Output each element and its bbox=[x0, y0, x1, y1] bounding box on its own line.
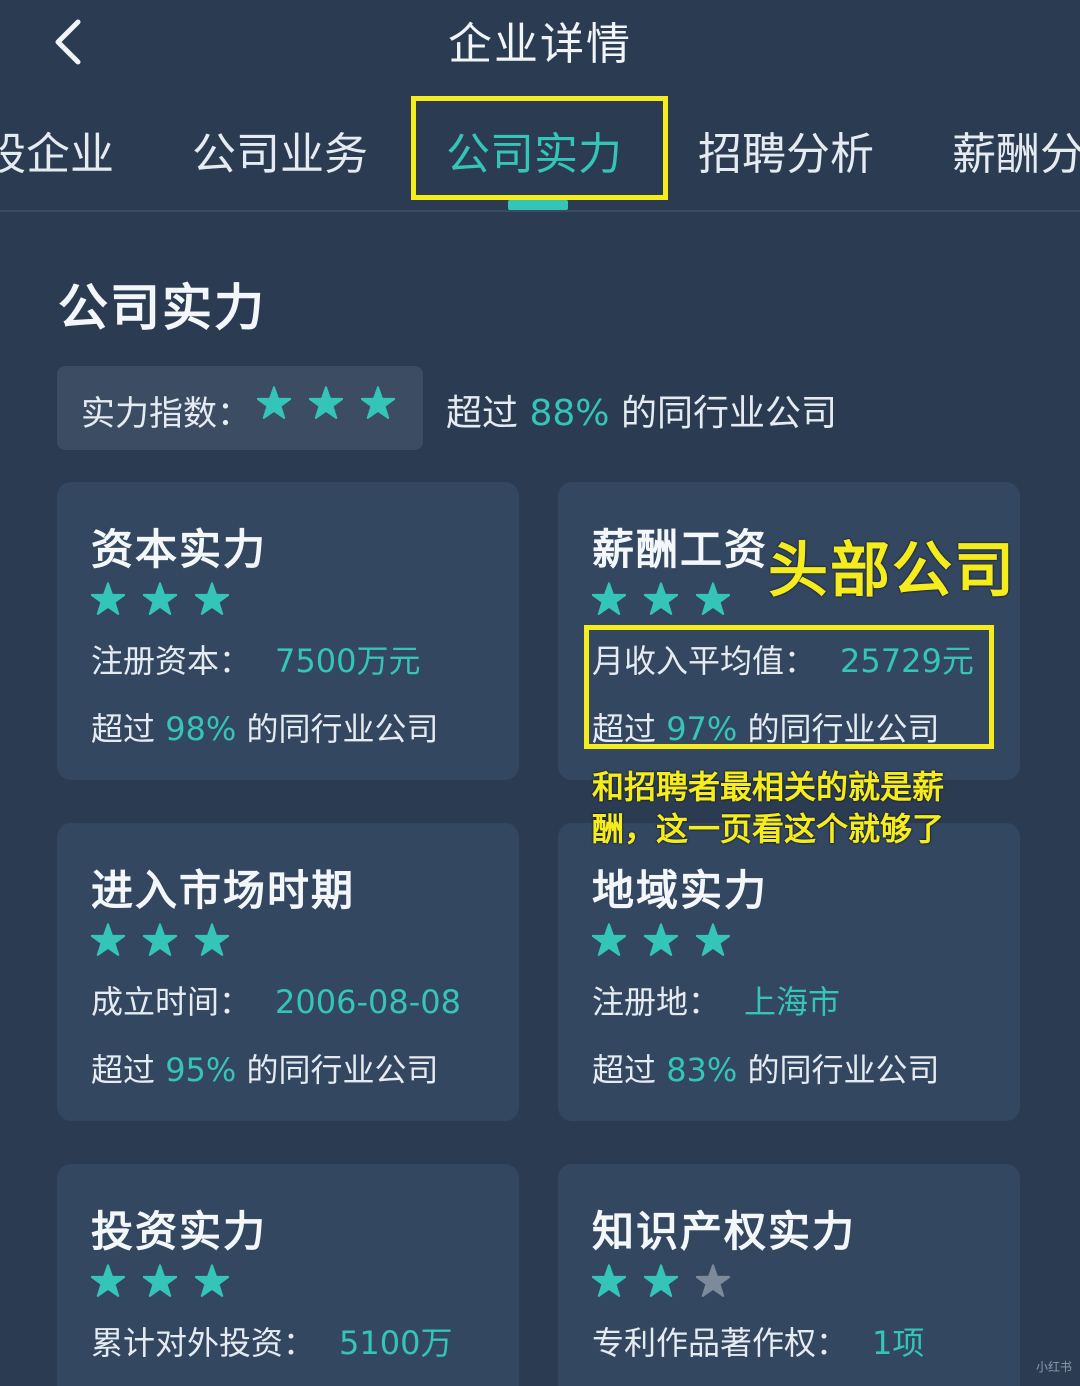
card-field: 累计对外投资： 5100万 bbox=[91, 1318, 452, 1364]
card-field: 成立时间： 2006-08-08 bbox=[91, 977, 461, 1023]
field-value: 2006-08-08 bbox=[275, 983, 461, 1021]
star-filled-icon bbox=[143, 923, 177, 956]
strength-index-desc: 超过 88% 的同行业公司 bbox=[446, 384, 837, 436]
field-label: 注册地： bbox=[592, 983, 721, 1021]
card-title: 投资实力 bbox=[91, 1207, 268, 1256]
star-filled-icon bbox=[644, 582, 678, 615]
pct-suffix: 的同行业公司 bbox=[246, 710, 439, 748]
pct-prefix: 超过 bbox=[91, 1051, 156, 1089]
field-value: 上海市 bbox=[744, 983, 841, 1021]
card-ip[interactable]: 知识产权实力 专利作品著作权： 1项 bbox=[558, 1164, 1020, 1386]
star-filled-icon bbox=[592, 582, 626, 615]
field-label: 专利作品著作权： bbox=[592, 1324, 849, 1362]
card-title: 地域实力 bbox=[592, 866, 769, 915]
star-filled-icon bbox=[592, 923, 626, 956]
card-region[interactable]: 地域实力 注册地： 上海市 超过 83% 的同行业公司 bbox=[558, 823, 1020, 1121]
star-filled-icon bbox=[644, 923, 678, 956]
highlight-box-salary bbox=[584, 625, 994, 749]
star-filled-icon bbox=[696, 923, 730, 956]
card-stars bbox=[91, 923, 229, 957]
pct-prefix: 超过 bbox=[592, 1051, 657, 1089]
field-value: 1项 bbox=[872, 1324, 925, 1362]
star-filled-icon bbox=[195, 1264, 229, 1297]
field-label: 成立时间： bbox=[91, 983, 252, 1021]
card-field: 专利作品著作权： 1项 bbox=[592, 1318, 924, 1364]
card-stars bbox=[91, 1264, 229, 1298]
field-label: 累计对外投资： bbox=[91, 1324, 316, 1362]
card-stars bbox=[592, 582, 730, 616]
card-capital[interactable]: 资本实力 注册资本： 7500万元 超过 98% 的同行业公司 bbox=[57, 482, 519, 780]
field-label: 注册资本： bbox=[91, 642, 252, 680]
pct-value: 98% bbox=[165, 710, 237, 748]
card-title: 薪酬工资 bbox=[592, 525, 769, 574]
field-value: 5100万 bbox=[339, 1324, 453, 1362]
card-market-entry[interactable]: 进入市场时期 成立时间： 2006-08-08 超过 95% 的同行业公司 bbox=[57, 823, 519, 1121]
pct-value: 83% bbox=[666, 1051, 738, 1089]
star-filled-icon bbox=[143, 582, 177, 615]
header: 企业详情 bbox=[0, 0, 1080, 80]
watermark: 小红书 bbox=[1036, 1360, 1073, 1374]
star-filled-icon bbox=[195, 582, 229, 615]
strength-index-stars bbox=[257, 386, 395, 420]
pct-suffix: 的同行业公司 bbox=[246, 1051, 439, 1089]
pct-value: 95% bbox=[165, 1051, 237, 1089]
card-title: 资本实力 bbox=[91, 525, 268, 574]
index-desc-value: 88% bbox=[529, 393, 610, 434]
star-filled-icon bbox=[644, 1264, 678, 1297]
tab-partial-left[interactable]: 股企业 bbox=[0, 118, 114, 182]
index-desc-suffix: 的同行业公司 bbox=[620, 393, 837, 434]
card-investment[interactable]: 投资实力 累计对外投资： 5100万 bbox=[57, 1164, 519, 1386]
card-stars bbox=[91, 582, 229, 616]
card-percentile: 超过 95% 的同行业公司 bbox=[91, 1045, 439, 1091]
field-value: 7500万元 bbox=[275, 642, 421, 680]
strength-index-label: 实力指数： bbox=[81, 394, 251, 434]
card-percentile: 超过 98% 的同行业公司 bbox=[91, 704, 439, 750]
tab-salary[interactable]: 薪酬分 bbox=[952, 118, 1080, 182]
card-field: 注册资本： 7500万元 bbox=[91, 636, 420, 682]
pct-prefix: 超过 bbox=[91, 710, 156, 748]
annotation-note: 和招聘者最相关的就是薪酬，这一页看这个就够了 bbox=[592, 768, 945, 848]
index-desc-prefix: 超过 bbox=[446, 393, 519, 434]
star-empty-icon bbox=[696, 1264, 730, 1297]
card-title: 知识产权实力 bbox=[592, 1207, 857, 1256]
card-stars bbox=[592, 923, 730, 957]
star-filled-icon bbox=[91, 923, 125, 956]
star-filled-icon bbox=[592, 1264, 626, 1297]
star-filled-icon bbox=[696, 582, 730, 615]
tab-recruit-analysis[interactable]: 招聘分析 bbox=[698, 118, 874, 182]
annotation-headline: 头部公司 bbox=[768, 536, 1016, 606]
star-filled-icon bbox=[195, 923, 229, 956]
section-title: 公司实力 bbox=[58, 279, 266, 337]
page-title: 企业详情 bbox=[448, 19, 632, 70]
active-tab-indicator bbox=[508, 200, 568, 210]
star-filled-icon bbox=[91, 582, 125, 615]
star-filled-icon bbox=[257, 386, 291, 419]
tab-company-business[interactable]: 公司业务 bbox=[192, 118, 368, 182]
card-percentile: 超过 83% 的同行业公司 bbox=[592, 1045, 940, 1091]
pct-suffix: 的同行业公司 bbox=[747, 1051, 940, 1089]
strength-index-pill: 实力指数： bbox=[57, 366, 423, 450]
card-title: 进入市场时期 bbox=[91, 866, 356, 915]
star-filled-icon bbox=[361, 386, 395, 419]
star-filled-icon bbox=[143, 1264, 177, 1297]
star-filled-icon bbox=[91, 1264, 125, 1297]
card-field: 注册地： 上海市 bbox=[592, 977, 840, 1023]
card-stars bbox=[592, 1264, 730, 1298]
star-filled-icon bbox=[309, 386, 343, 419]
highlight-box-tab bbox=[411, 96, 668, 200]
